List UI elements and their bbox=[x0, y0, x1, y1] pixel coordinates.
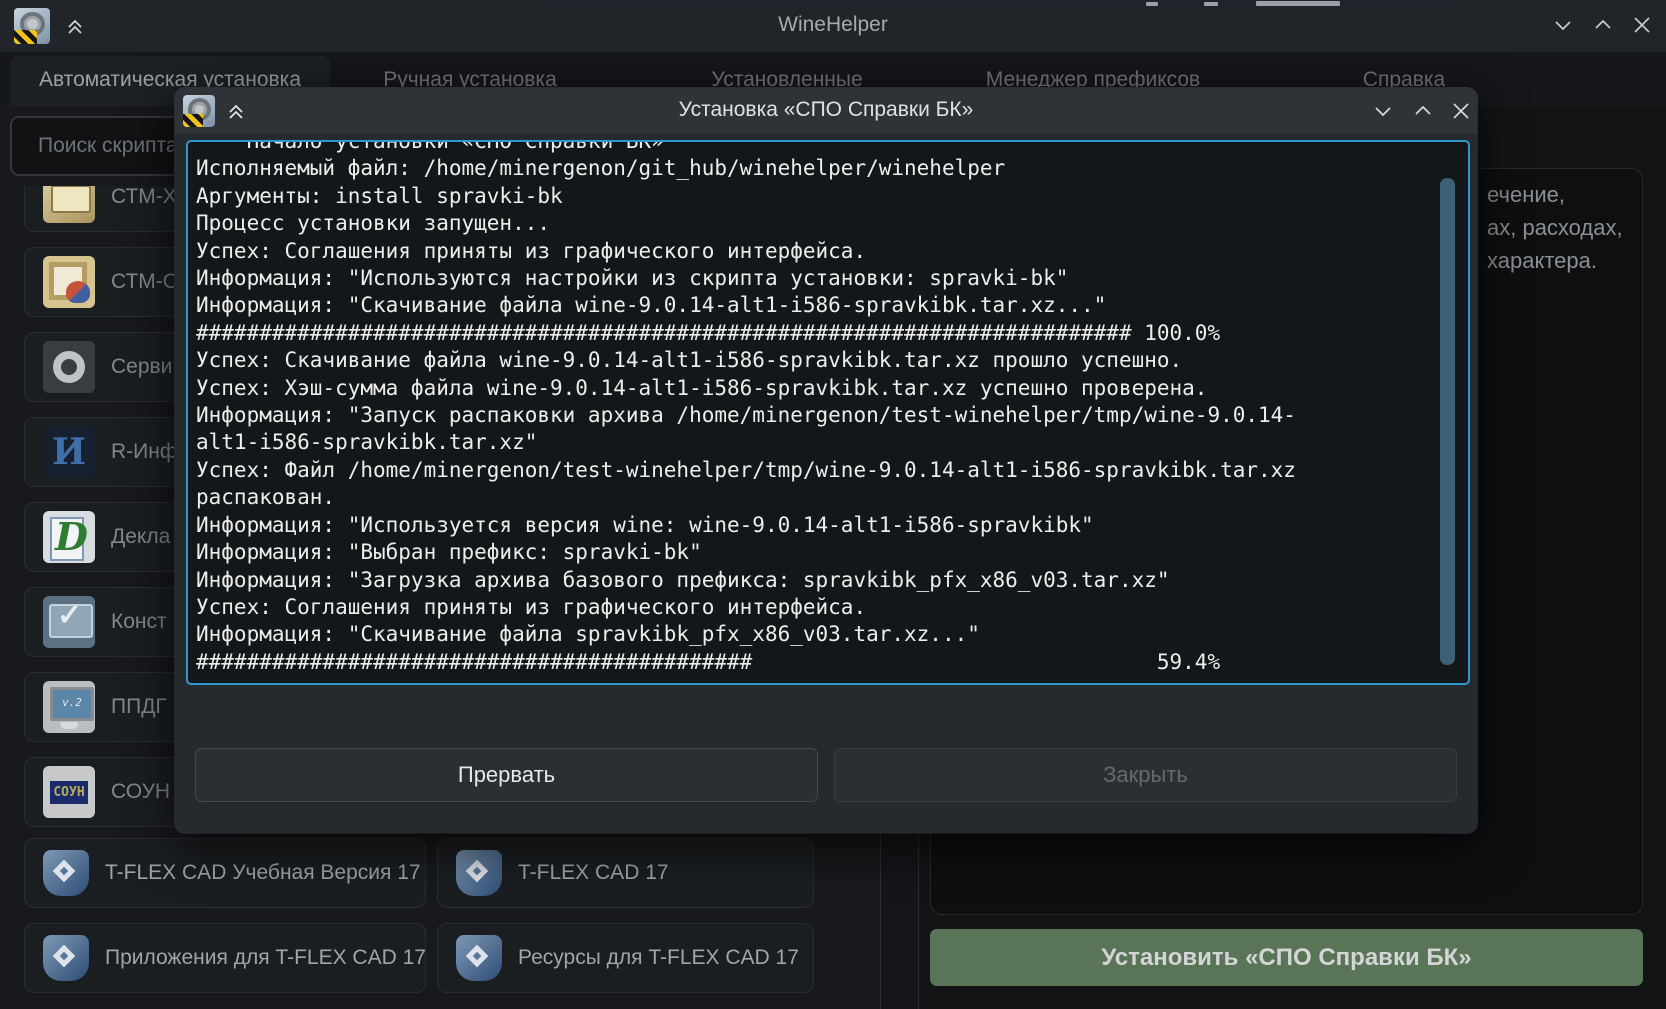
main-window-title: WineHelper bbox=[0, 13, 1666, 37]
stm-frame-icon bbox=[43, 256, 95, 308]
list-item-label: R-Инф bbox=[111, 440, 177, 464]
dialog-close-button[interactable] bbox=[1450, 100, 1472, 122]
list-item-label: СОУН bbox=[111, 780, 170, 804]
tflex-shield-icon bbox=[456, 850, 502, 896]
list-item-label: ППДГ bbox=[111, 695, 167, 719]
install-dialog: Установка «СПО Справки БК» Начало устано… bbox=[175, 88, 1477, 833]
log-scrollbar-thumb[interactable] bbox=[1440, 178, 1455, 665]
tflex-shield-icon bbox=[456, 935, 502, 981]
install-log-text: Начало установки «СПО Справки БК» Исполн… bbox=[188, 140, 1468, 676]
tile-tflex-apps[interactable]: Приложения для T-FLEX CAD 17 bbox=[24, 923, 426, 993]
close-button-label: Закрыть bbox=[1103, 762, 1188, 788]
description-text-fragment: ечение, ах, расходах, характера. bbox=[1487, 178, 1623, 277]
gray-ring-icon bbox=[43, 341, 95, 393]
stm-folder-icon bbox=[43, 186, 95, 223]
dialog-maximize-button[interactable] bbox=[1412, 100, 1434, 122]
dialog-title: Установка «СПО Справки БК» bbox=[175, 98, 1477, 122]
background-window-edge bbox=[555, 0, 1445, 8]
close-button[interactable] bbox=[1631, 14, 1653, 36]
close-dialog-button[interactable]: Закрыть bbox=[834, 748, 1457, 802]
monitor-v2-icon: v.2 bbox=[43, 681, 95, 733]
document-d-icon: D bbox=[43, 511, 95, 563]
list-item-label: СТМ-Х bbox=[111, 186, 177, 209]
minimize-button[interactable] bbox=[1552, 14, 1574, 36]
install-log-view[interactable]: Начало установки «СПО Справки БК» Исполн… bbox=[186, 140, 1470, 685]
abort-button-label: Прервать bbox=[458, 762, 555, 788]
tile-label: Приложения для T-FLEX CAD 17 bbox=[105, 946, 426, 970]
dialog-minimize-button[interactable] bbox=[1372, 100, 1394, 122]
soun-logo-icon: СОУН bbox=[43, 766, 95, 818]
background-window-mark bbox=[1204, 2, 1218, 6]
tile-tflex-cad[interactable]: T-FLEX CAD 17 bbox=[437, 838, 814, 908]
background-window-mark bbox=[1256, 1, 1340, 6]
list-item-label: Конст bbox=[111, 610, 167, 634]
tflex-shield-icon bbox=[43, 850, 89, 896]
tile-label: T-FLEX CAD 17 bbox=[518, 861, 669, 885]
list-item-label: Серви bbox=[111, 355, 172, 379]
tflex-shield-icon bbox=[43, 935, 89, 981]
install-button[interactable]: Установить «СПО Справки БК» bbox=[930, 929, 1643, 986]
tile-tflex-cad-study[interactable]: T-FLEX CAD Учебная Версия 17 bbox=[24, 838, 426, 908]
blue-letter-icon: И bbox=[43, 426, 95, 478]
tile-label: T-FLEX CAD Учебная Версия 17 bbox=[105, 861, 421, 885]
dialog-titlebar[interactable]: Установка «СПО Справки БК» bbox=[175, 88, 1477, 134]
install-button-label: Установить «СПО Справки БК» bbox=[1101, 944, 1471, 972]
tile-tflex-resources[interactable]: Ресурсы для T-FLEX CAD 17 bbox=[437, 923, 814, 993]
list-item-label: Декла bbox=[111, 525, 170, 549]
maximize-button[interactable] bbox=[1592, 14, 1614, 36]
abort-button[interactable]: Прервать bbox=[195, 748, 818, 802]
screen: WineHelper Автоматическая установка Ручн… bbox=[0, 0, 1666, 1009]
list-item-label: СТМ-С bbox=[111, 270, 178, 294]
tile-label: Ресурсы для T-FLEX CAD 17 bbox=[518, 946, 799, 970]
background-window-mark bbox=[1146, 2, 1158, 6]
monitor-check-icon: ✓ bbox=[43, 596, 95, 648]
